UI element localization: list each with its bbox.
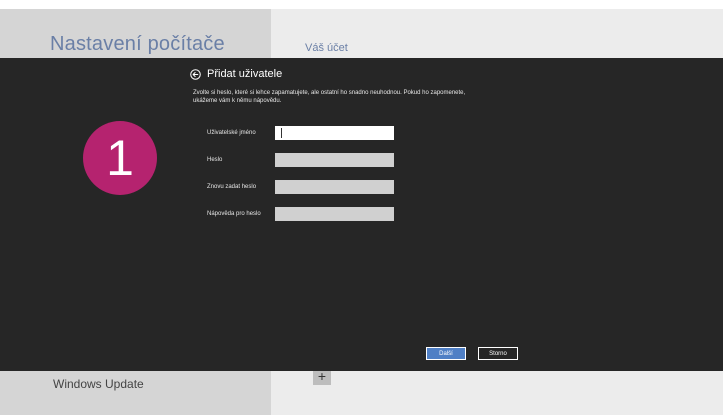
password-confirm-input[interactable] xyxy=(275,180,394,194)
step-badge: 1 xyxy=(83,121,157,195)
next-button[interactable]: Další xyxy=(426,347,466,360)
password-hint-input[interactable] xyxy=(275,207,394,221)
cancel-button[interactable]: Storno xyxy=(478,347,518,360)
password-hint-label: Nápověda pro heslo xyxy=(207,211,261,217)
account-section-title: Váš účet xyxy=(305,42,348,54)
add-user-dialog: 1 Přidat uživatele Zvolte si heslo, kter… xyxy=(0,58,723,371)
password-input[interactable] xyxy=(275,153,394,167)
password-label: Heslo xyxy=(207,157,223,163)
dialog-title: Přidat uživatele xyxy=(207,68,283,80)
top-margin xyxy=(0,0,723,9)
screen: Nastavení počítače Váš účet Windows Upda… xyxy=(0,0,723,415)
username-label: Uživatelské jméno xyxy=(207,130,256,136)
sidebar-item-windows-update[interactable]: Windows Update xyxy=(53,377,144,391)
settings-title: Nastavení počítače xyxy=(50,33,225,55)
password-confirm-label: Znovu zadat heslo xyxy=(207,184,257,190)
back-arrow-circle-icon[interactable] xyxy=(190,69,201,80)
username-input[interactable] xyxy=(275,126,394,140)
text-caret xyxy=(281,128,282,138)
dialog-description: Zvolte si heslo, které si lehce zapamatu… xyxy=(193,90,466,104)
